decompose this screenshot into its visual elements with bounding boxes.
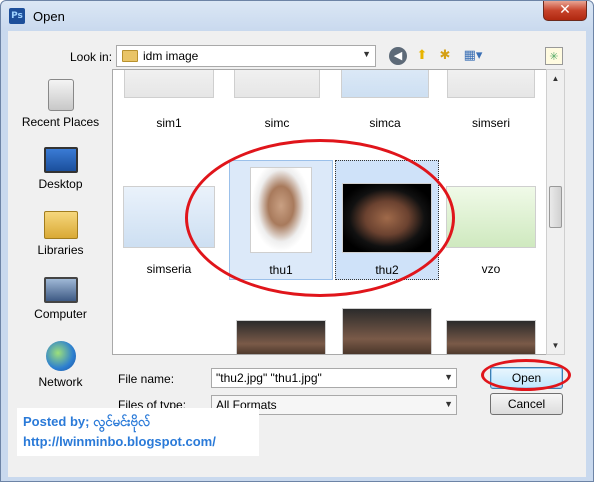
- file-thumbnail: [250, 167, 312, 253]
- folder-icon: [122, 50, 138, 62]
- look-in-label: Look in:: [70, 50, 113, 64]
- place-recent-places[interactable]: Recent Places: [18, 79, 103, 129]
- look-in-value: idm image: [143, 49, 199, 63]
- file-thumbnail: [446, 186, 536, 248]
- close-button[interactable]: ✕: [543, 1, 587, 21]
- computer-icon: [43, 277, 78, 303]
- file-name-label: File name:: [118, 372, 175, 386]
- place-desktop[interactable]: Desktop: [18, 147, 103, 191]
- scrollbar-thumb[interactable]: [549, 186, 562, 228]
- file-label: thu2: [375, 263, 399, 277]
- file-tile-simseri[interactable]: simseri: [439, 70, 543, 160]
- place-label: Recent Places: [21, 115, 100, 129]
- file-thumbnail: [341, 70, 429, 98]
- credit-posted-by: Posted by; လွင်မင်းဗိုလ်: [23, 414, 151, 429]
- vertical-scrollbar[interactable]: ▲ ▼: [546, 69, 565, 355]
- credit-url: http://lwinminbo.blogspot.com/: [23, 434, 216, 449]
- file-label: sim1: [156, 116, 182, 130]
- open-button[interactable]: Open: [490, 367, 563, 389]
- recent-places-icon: [47, 79, 74, 111]
- file-label: vzo: [481, 262, 501, 276]
- file-label: simca: [369, 116, 401, 130]
- file-tile-thu2[interactable]: thu2: [335, 160, 439, 280]
- new-folder-icon[interactable]: ✱: [436, 47, 454, 65]
- chevron-down-icon[interactable]: ▼: [444, 372, 453, 382]
- file-thumbnail: [342, 183, 432, 253]
- file-name-value: "thu2.jpg" "thu1.jpg": [216, 371, 322, 385]
- scroll-down-icon[interactable]: ▼: [547, 337, 564, 354]
- file-thumbnail: [123, 186, 215, 248]
- photoshop-app-icon: Ps: [9, 8, 25, 24]
- file-thumbnail: [236, 320, 326, 354]
- window-title: Open: [33, 9, 65, 24]
- scroll-up-icon[interactable]: ▲: [547, 70, 564, 87]
- file-tile-simc[interactable]: simc: [225, 70, 329, 160]
- file-tile-vzo[interactable]: vzo: [439, 162, 543, 282]
- place-libraries[interactable]: Libraries: [18, 211, 103, 257]
- file-tile[interactable]: [229, 320, 333, 354]
- place-label: Desktop: [38, 177, 83, 191]
- file-thumbnail: [124, 70, 214, 98]
- credit-watermark: Posted by; လွင်မင်းဗိုလ် http://lwinminb…: [17, 408, 259, 456]
- file-thumbnail: [447, 70, 535, 98]
- cancel-button[interactable]: Cancel: [490, 393, 563, 415]
- file-tile-thu1[interactable]: thu1: [229, 160, 333, 280]
- file-list-view[interactable]: sim1 simc simca simseri simseria thu1 th…: [112, 69, 565, 355]
- place-label: Network: [38, 375, 83, 389]
- place-label: Libraries: [37, 243, 84, 257]
- place-computer[interactable]: Computer: [18, 277, 103, 321]
- file-label: simseri: [472, 116, 510, 130]
- open-dialog: Ps Open ✕ Look in: idm image ▼ ◀ ⬆ ✱ ▦▾ …: [0, 0, 594, 482]
- back-icon[interactable]: ◀: [389, 47, 407, 65]
- place-label: Computer: [34, 307, 87, 321]
- libraries-icon: [43, 211, 78, 239]
- chevron-down-icon: ▼: [444, 399, 453, 409]
- file-name-input[interactable]: "thu2.jpg" "thu1.jpg" ▼: [211, 368, 457, 388]
- file-tile-simseria[interactable]: simseria: [117, 162, 221, 282]
- title-bar[interactable]: Ps Open ✕: [1, 1, 593, 31]
- file-tile[interactable]: [335, 308, 439, 354]
- places-bar: Recent Places Desktop Libraries Computer…: [18, 71, 103, 401]
- desktop-icon: [43, 147, 78, 173]
- file-label: thu1: [269, 263, 293, 277]
- file-label: simc: [264, 116, 290, 130]
- file-thumbnail: [446, 320, 536, 354]
- look-in-dropdown[interactable]: idm image ▼: [116, 45, 376, 67]
- place-network[interactable]: Network: [18, 341, 103, 389]
- file-thumbnail: [342, 308, 432, 354]
- up-folder-icon[interactable]: ⬆: [413, 47, 431, 65]
- file-label: simseria: [146, 262, 192, 276]
- file-tile-simca[interactable]: simca: [333, 70, 437, 160]
- chevron-down-icon: ▼: [362, 49, 371, 59]
- file-tile[interactable]: [439, 320, 543, 354]
- file-thumbnail: [234, 70, 320, 98]
- file-tile-sim1[interactable]: sim1: [117, 70, 221, 160]
- network-icon: [45, 341, 76, 371]
- view-menu-icon[interactable]: ▦▾: [460, 47, 486, 65]
- extra-icon[interactable]: ✳: [545, 47, 563, 65]
